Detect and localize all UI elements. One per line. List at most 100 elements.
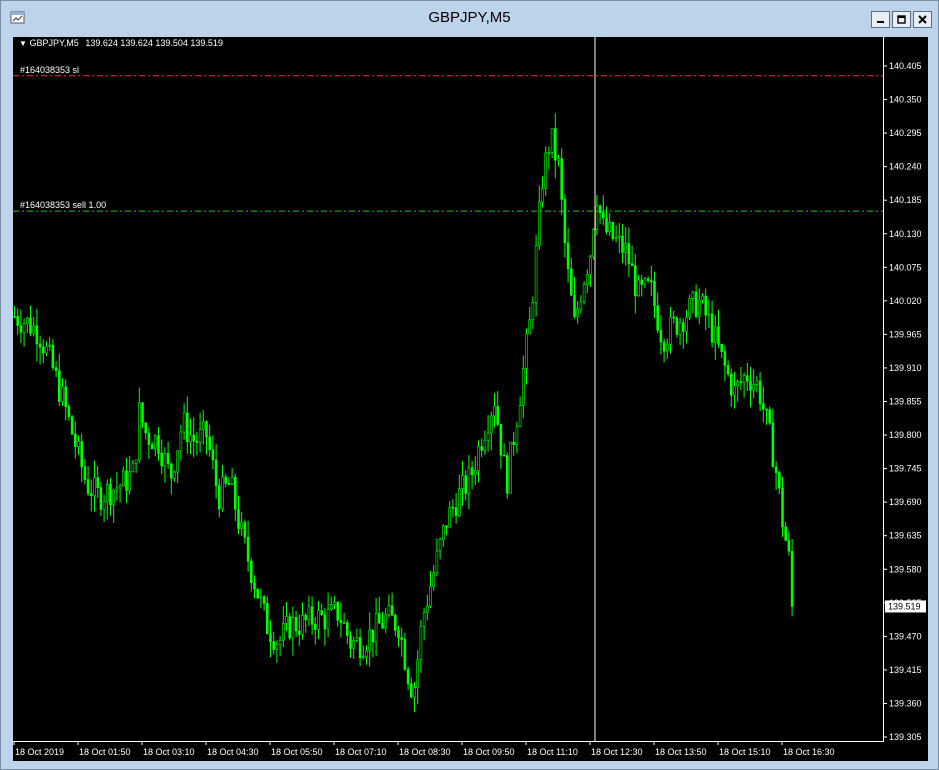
candle-body [643, 278, 647, 285]
candle-body [32, 325, 36, 334]
candle-body [534, 245, 538, 303]
chart-plot-area[interactable]: 140.405 140.350 140.295 140.240 140.185 140.1… [13, 37, 928, 761]
candle-body [752, 384, 756, 391]
candle-body [710, 313, 714, 343]
candle-body [573, 294, 576, 317]
candle-body [118, 485, 122, 489]
candle-body [707, 313, 711, 316]
candle-body [160, 452, 163, 467]
candle-body [672, 316, 676, 319]
candle-body [125, 470, 128, 491]
candle-body [176, 450, 179, 473]
candle-body [633, 265, 637, 296]
y-tick-label: 139.910 [889, 363, 922, 373]
candle-body [281, 623, 285, 641]
candle-body [256, 588, 259, 599]
candle-body [637, 279, 640, 296]
x-tick-label: 18 Oct 05:50 [271, 747, 323, 757]
candle-body [454, 507, 458, 516]
candle-body [313, 623, 317, 630]
candle-body [541, 188, 544, 203]
x-tick-label: 18 Oct 12:30 [591, 747, 643, 757]
ohlc-values: 139.624 139.624 139.504 139.519 [85, 38, 223, 48]
candle-body [173, 471, 176, 479]
candle-body [205, 421, 208, 438]
candle-body [646, 278, 650, 282]
candle-body [758, 380, 762, 404]
candle-body [186, 412, 189, 443]
restore-button[interactable] [892, 11, 911, 28]
candle-body [144, 422, 147, 434]
candle-body [384, 614, 388, 629]
candle-body [365, 650, 368, 658]
candle-body [266, 603, 269, 635]
candle-body [301, 614, 304, 635]
y-tick-label: 139.800 [889, 430, 922, 440]
y-tick-label: 140.240 [889, 162, 922, 172]
candle-body [713, 326, 717, 343]
candlestick-chart[interactable]: 140.405 140.350 140.295 140.240 140.185 140.1… [13, 37, 928, 761]
candle-body [739, 381, 743, 383]
minimize-button[interactable] [871, 11, 890, 28]
candle-body [691, 291, 695, 299]
candle-body [467, 467, 471, 494]
x-tick-label: 18 Oct 04:30 [207, 747, 259, 757]
candle-body [368, 629, 372, 652]
candle-body [29, 317, 32, 334]
x-tick-label: 18 Oct 15:10 [719, 747, 771, 757]
collapse-triangle-icon[interactable]: ▼ [19, 39, 27, 48]
candle-body [48, 344, 52, 347]
candle-body [704, 295, 708, 316]
candle-body [457, 488, 461, 516]
candle-body [576, 308, 580, 317]
candle-body [202, 421, 205, 430]
candle-body [112, 489, 115, 506]
candle-body [550, 128, 554, 153]
candle-body [688, 298, 692, 318]
candle-body [765, 408, 768, 411]
minimize-icon [877, 21, 884, 23]
candle-body [509, 441, 512, 494]
candle-body [35, 325, 39, 345]
candle-body [211, 449, 215, 461]
candle-body [397, 629, 400, 638]
candle-body [755, 380, 759, 385]
candle-body [227, 483, 231, 485]
candle-body [409, 683, 413, 698]
candle-body [275, 644, 279, 650]
candle-body [608, 222, 612, 232]
candle-body [777, 472, 781, 489]
title-bar[interactable]: GBPJPY,M5 [1, 1, 938, 35]
candle-body [566, 242, 570, 270]
candle-body [128, 471, 131, 491]
candle-body [73, 433, 77, 447]
current-price-tag: 139.519 [885, 600, 926, 613]
candle-body [659, 329, 663, 343]
candle-body [237, 508, 240, 529]
candle-body [675, 317, 679, 335]
candle-body [102, 501, 106, 510]
y-tick-label: 139.415 [889, 665, 922, 675]
candle-body [665, 343, 669, 352]
candle-body [461, 475, 464, 490]
candle-body [278, 639, 282, 646]
candle-body [150, 444, 154, 450]
candle-body [662, 341, 666, 352]
y-tick-label: 139.360 [889, 698, 922, 708]
candle-body [99, 487, 103, 510]
candle-body [166, 453, 170, 465]
candle-body [480, 446, 484, 451]
y-tick-label: 140.295 [889, 128, 922, 138]
candle-body [339, 619, 343, 624]
candle-body [717, 326, 720, 345]
candle-body [326, 609, 330, 630]
candle-body [528, 319, 532, 335]
close-button[interactable] [913, 11, 932, 28]
candle-body [784, 526, 788, 541]
candle-body [374, 613, 378, 643]
candle-body [317, 610, 320, 630]
candle-body [323, 614, 327, 630]
candle-body [617, 235, 621, 238]
candle-body [624, 243, 628, 253]
candle-body [64, 386, 68, 407]
